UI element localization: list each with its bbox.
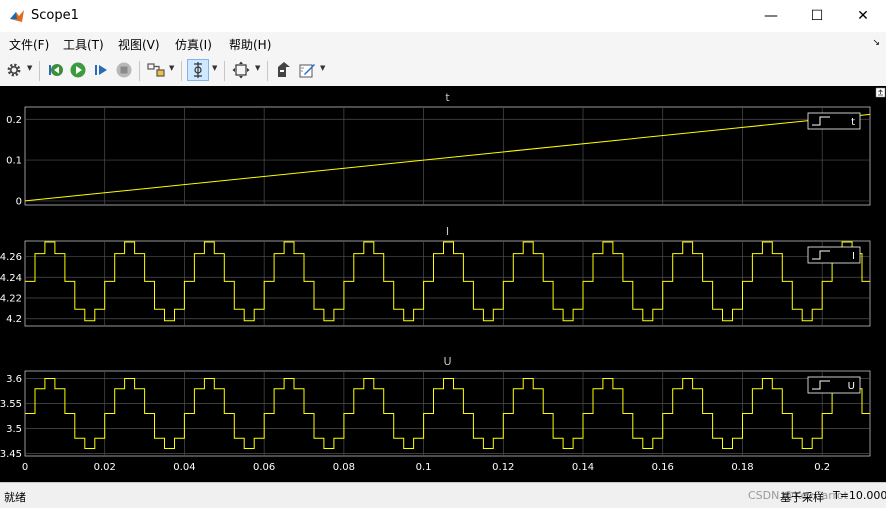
- axes-box: [24, 106, 871, 206]
- x-tick-label: 0.08: [333, 462, 355, 473]
- autoscale-dropdown-icon[interactable]: ▼: [255, 64, 260, 72]
- zoom-button[interactable]: [187, 59, 209, 81]
- highlight-block-icon: [147, 63, 165, 77]
- highlight-dropdown-icon[interactable]: ▼: [169, 64, 174, 72]
- y-tick-label: 0: [16, 196, 22, 207]
- x-tick-label: 0.06: [253, 462, 275, 473]
- style-dropdown-icon[interactable]: ▼: [320, 64, 325, 72]
- close-icon: ✕: [857, 8, 869, 24]
- y-tick-label: 3.45: [0, 449, 22, 460]
- settings-dropdown-icon[interactable]: ▼: [27, 64, 32, 72]
- legend-label: I: [852, 251, 855, 262]
- y-tick-label: 4.2: [6, 314, 22, 325]
- plot-title-t: t: [445, 91, 450, 104]
- x-tick-label: 0.04: [173, 462, 195, 473]
- step-forward-button[interactable]: [90, 59, 112, 81]
- maximize-icon: ☐: [810, 8, 824, 24]
- stop-icon: [116, 62, 132, 78]
- autoscale-button[interactable]: [230, 59, 252, 81]
- menu-file[interactable]: 文件(F): [9, 36, 49, 53]
- x-tick-label: 0.02: [94, 462, 116, 473]
- menu-help[interactable]: 帮助(H): [229, 36, 271, 53]
- close-button[interactable]: ✕: [840, 0, 886, 32]
- status-sample-based: 基于采样: [780, 491, 824, 504]
- y-tick-label: 3.55: [0, 399, 22, 410]
- highlight-block-button[interactable]: [145, 59, 167, 81]
- y-tick-label: 0.2: [6, 115, 22, 126]
- status-ready: 就绪: [4, 491, 26, 504]
- y-tick-label: 3.6: [6, 374, 22, 385]
- menu-simulation[interactable]: 仿真(I): [175, 36, 212, 53]
- title-bar: Scope1 — ☐ ✕: [0, 0, 886, 32]
- step-back-icon: [49, 64, 63, 76]
- window-title: Scope1: [31, 8, 79, 23]
- style-icon: [299, 64, 315, 78]
- y-tick-label: 0.1: [6, 156, 22, 167]
- zoom-icon: [194, 62, 202, 78]
- x-tick-label: 0.1: [416, 462, 432, 473]
- scope-plots: t 0 0.1 0.2 t I 4.2 4.22 4.24 4.26 I U 3.45 3.5 3.55 3.…: [0, 87, 886, 473]
- menu-tools[interactable]: 工具(T): [63, 36, 104, 53]
- status-time: T=10.000: [833, 489, 886, 502]
- autoscale-icon: [232, 61, 250, 79]
- scope-display: t 0 0.1 0.2 t I 4.2 4.22 4.24 4.26 I U 3.45 3.5 3.55 3.…: [0, 86, 886, 482]
- toolbar-separator: [39, 61, 40, 81]
- gear-icon: [7, 63, 21, 77]
- x-tick-label: 0.16: [652, 462, 674, 473]
- menu-bar: 文件(F) 工具(T) 视图(V) 仿真(I) 帮助(H) ↘: [0, 32, 886, 56]
- minimize-icon: —: [764, 8, 778, 24]
- minimize-button[interactable]: —: [748, 0, 794, 32]
- plot-title-U: U: [443, 355, 451, 368]
- y-tick-label: 4.26: [0, 252, 22, 263]
- matlab-icon: [9, 8, 25, 24]
- y-tick-label: 3.5: [6, 424, 22, 435]
- run-button[interactable]: [67, 59, 89, 81]
- toolbar-separator: [181, 61, 182, 81]
- step-forward-icon: [95, 65, 107, 75]
- x-tick-label: 0.2: [814, 462, 830, 473]
- style-button[interactable]: [296, 59, 318, 81]
- toolbar: ▼ ▼ ▼ ▼ ▼: [0, 56, 886, 87]
- toolbar-separator: [267, 61, 268, 81]
- restore-button[interactable]: [273, 59, 295, 81]
- maximize-button[interactable]: ☐: [794, 0, 840, 32]
- status-bar: 就绪 CSDN @KeyCarrot 基于采样 T=10.000: [0, 482, 886, 508]
- legend-label: t: [851, 117, 855, 128]
- zoom-dropdown-icon[interactable]: ▼: [212, 64, 217, 72]
- toolbar-separator: [224, 61, 225, 81]
- legend-label: U: [848, 381, 855, 392]
- x-tick-label: 0.12: [492, 462, 514, 473]
- axes-box: [24, 240, 871, 327]
- x-tick-label: 0.14: [572, 462, 594, 473]
- settings-button[interactable]: [3, 59, 25, 81]
- x-tick-label: 0: [22, 462, 28, 473]
- restore-icon: [278, 62, 290, 77]
- plot-title-I: I: [446, 225, 449, 238]
- x-tick-label: 0.18: [731, 462, 753, 473]
- menu-view[interactable]: 视图(V): [118, 36, 160, 53]
- dock-arrow-icon[interactable]: ↘: [872, 38, 880, 48]
- stop-button[interactable]: [113, 59, 135, 81]
- y-tick-label: 4.22: [0, 294, 22, 305]
- step-back-button[interactable]: [44, 59, 66, 81]
- run-icon: [70, 62, 86, 78]
- y-tick-label: 4.24: [0, 273, 22, 284]
- toolbar-separator: [139, 61, 140, 81]
